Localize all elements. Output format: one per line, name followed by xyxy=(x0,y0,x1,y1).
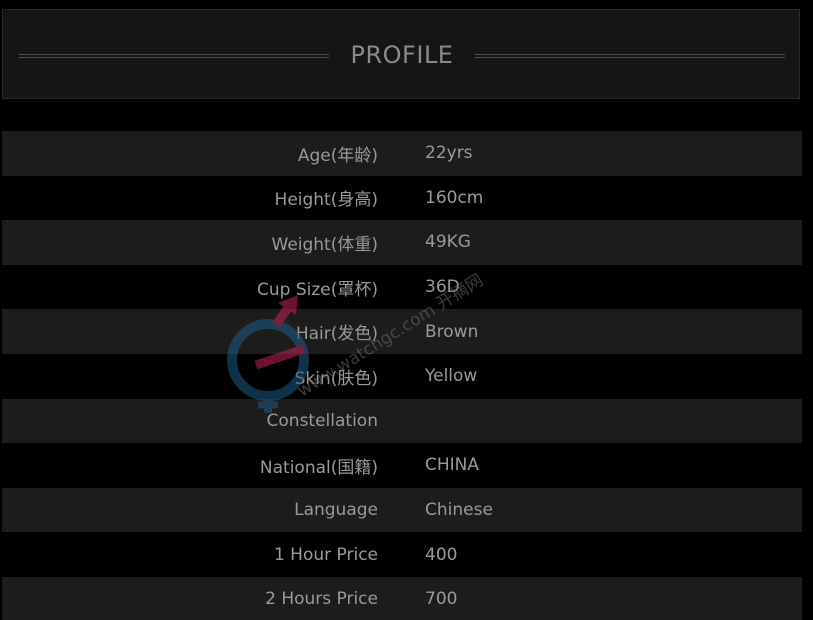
row-label: Weight(体重) xyxy=(271,234,379,255)
page-title: PROFILE xyxy=(350,41,454,69)
profile-row-language: Language Chinese xyxy=(2,487,802,533)
row-label: Cup Size(罩杯) xyxy=(256,279,378,300)
row-value: 36D xyxy=(425,277,460,298)
row-value: 49KG xyxy=(425,232,471,253)
header-divider-left xyxy=(19,54,329,58)
row-label: Age(年龄) xyxy=(297,145,378,166)
row-value: 160cm xyxy=(425,187,484,208)
row-value: 400 xyxy=(425,544,458,565)
profile-row-hair: Hair(发色) Brown xyxy=(2,309,802,354)
row-label: Hair(发色) xyxy=(295,324,378,345)
profile-header: PROFILE xyxy=(2,9,800,99)
row-label: 1 Hour Price xyxy=(273,544,378,565)
profile-page: PROFILE Age(年龄) 22yrs Height(身高) 160cm W… xyxy=(0,0,813,620)
row-label: Constellation xyxy=(266,410,378,431)
profile-row-2-hours-price: 2 Hours Price 700 xyxy=(2,576,802,620)
profile-row-national: National(国籍) CHINA xyxy=(2,443,802,488)
row-label: 2 Hours Price xyxy=(265,589,378,610)
row-label: Skin(肤色) xyxy=(294,368,378,389)
profile-table: Age(年龄) 22yrs Height(身高) 160cm Weight(体重… xyxy=(2,131,802,620)
row-label: National(国籍) xyxy=(259,457,378,478)
profile-row-cup-size: Cup Size(罩杯) 36D xyxy=(2,265,802,310)
row-value: Chinese xyxy=(425,500,493,521)
profile-row-weight: Weight(体重) 49KG xyxy=(2,220,802,265)
row-label: Height(身高) xyxy=(274,190,378,211)
row-value: 700 xyxy=(425,589,458,610)
profile-row-1-hour-price: 1 Hour Price 400 xyxy=(2,532,802,577)
row-value: Yellow xyxy=(425,366,478,387)
row-value: 22yrs xyxy=(425,143,473,164)
row-value: CHINA xyxy=(425,455,480,476)
profile-row-age: Age(年龄) 22yrs xyxy=(2,131,802,176)
profile-row-constellation: Constellation xyxy=(2,398,802,444)
header-divider-right xyxy=(475,54,785,58)
row-value: Brown xyxy=(425,321,479,342)
profile-row-height: Height(身高) 160cm xyxy=(2,176,802,221)
profile-row-skin: Skin(肤色) Yellow xyxy=(2,354,802,399)
row-label: Language xyxy=(294,500,378,521)
